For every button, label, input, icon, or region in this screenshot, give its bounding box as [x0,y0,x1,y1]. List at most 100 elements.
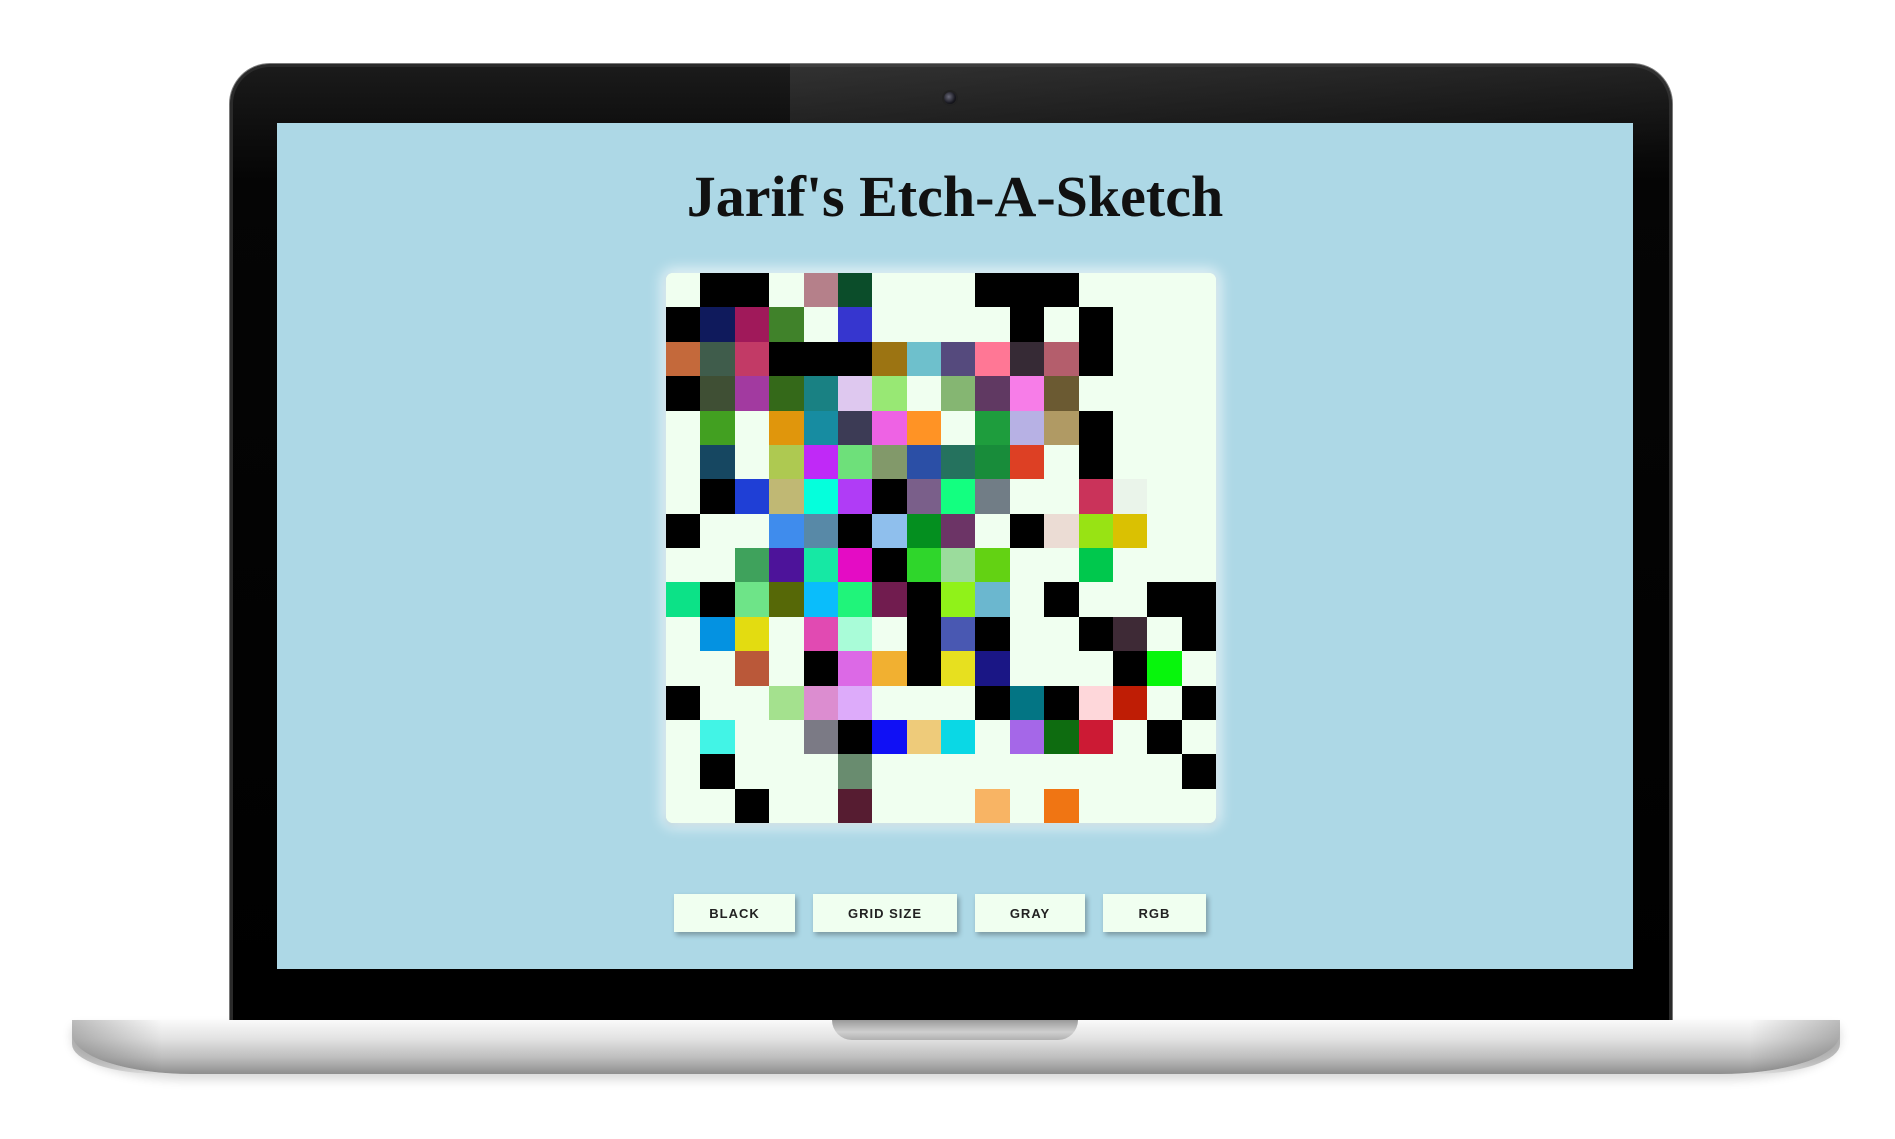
grid-cell[interactable] [803,582,838,617]
grid-cell[interactable] [1044,719,1079,755]
grid-cell[interactable] [700,513,735,548]
grid-cell[interactable] [1147,685,1182,720]
grid-cell[interactable] [1009,685,1045,720]
grid-cell[interactable] [769,341,804,377]
grid-cell[interactable] [734,788,770,823]
grid-cell[interactable] [803,719,838,755]
black-button[interactable]: BLACK [674,894,795,932]
grid-cell[interactable] [1078,651,1113,686]
gray-button[interactable]: GRAY [975,894,1085,932]
grid-cell[interactable] [1112,479,1148,514]
grid-cell[interactable] [1044,376,1079,411]
grid-cell[interactable] [769,788,804,823]
grid-cell[interactable] [700,376,735,411]
grid-cell[interactable] [734,719,770,755]
grid-cell[interactable] [975,754,1010,789]
grid-cell[interactable] [666,754,701,789]
grid-cell[interactable] [837,616,873,652]
grid-cell[interactable] [666,273,701,308]
grid-cell[interactable] [975,616,1010,652]
grid-cell[interactable] [906,754,941,789]
grid-cell[interactable] [1009,479,1045,514]
grid-cell[interactable] [769,719,804,755]
grid-cell[interactable] [837,479,873,514]
grid-cell[interactable] [1147,788,1182,823]
grid-cell[interactable] [666,582,701,617]
grid-cell[interactable] [1112,376,1148,411]
grid-cell[interactable] [1044,307,1079,342]
grid-cell[interactable] [803,479,838,514]
grid-cell[interactable] [666,376,701,411]
grid-cell[interactable] [1112,273,1148,308]
grid-cell[interactable] [769,273,804,308]
grid-cell[interactable] [906,444,941,480]
grid-cell[interactable] [666,479,701,514]
grid-cell[interactable] [1078,479,1113,514]
grid-cell[interactable] [837,754,873,789]
grid-cell[interactable] [1112,651,1148,686]
grid-cell[interactable] [975,273,1010,308]
grid-cell[interactable] [872,341,907,377]
grid-cell[interactable] [1044,582,1079,617]
grid-cell[interactable] [906,719,941,755]
grid-cell[interactable] [906,376,941,411]
grid-cell[interactable] [734,513,770,548]
grid-cell[interactable] [769,307,804,342]
grid-cell[interactable] [872,651,907,686]
grid-cell[interactable] [700,479,735,514]
grid-cell[interactable] [769,651,804,686]
grid-cell[interactable] [906,788,941,823]
grid-cell[interactable] [769,376,804,411]
grid-cell[interactable] [666,548,701,583]
grid-cell[interactable] [1078,754,1113,789]
grid-cell[interactable] [1078,341,1113,377]
grid-cell[interactable] [769,479,804,514]
grid-cell[interactable] [837,513,873,548]
grid-cell[interactable] [1181,685,1216,720]
grid-cell[interactable] [941,341,976,377]
grid-cell[interactable] [1147,651,1182,686]
grid-cell[interactable] [1009,616,1045,652]
grid-cell[interactable] [1009,788,1045,823]
grid-cell[interactable] [666,513,701,548]
rgb-button[interactable]: RGB [1103,894,1206,932]
grid-cell[interactable] [803,513,838,548]
grid-cell[interactable] [1112,582,1148,617]
grid-cell[interactable] [941,651,976,686]
grid-cell[interactable] [1112,410,1148,445]
grid-cell[interactable] [734,410,770,445]
grid-cell[interactable] [1181,376,1216,411]
grid-cell[interactable] [666,788,701,823]
grid-cell[interactable] [803,410,838,445]
grid-cell[interactable] [1181,479,1216,514]
grid-cell[interactable] [700,548,735,583]
grid-cell[interactable] [872,719,907,755]
grid-cell[interactable] [906,685,941,720]
grid-cell[interactable] [1112,307,1148,342]
grid-cell[interactable] [906,410,941,445]
grid-cell[interactable] [700,410,735,445]
grid-cell[interactable] [837,444,873,480]
grid-cell[interactable] [803,273,838,308]
grid-cell[interactable] [1147,307,1182,342]
grid-cell[interactable] [700,651,735,686]
grid-cell[interactable] [1147,444,1182,480]
grid-cell[interactable] [1078,410,1113,445]
grid-cell[interactable] [803,616,838,652]
grid-cell[interactable] [666,651,701,686]
grid-cell[interactable] [906,548,941,583]
grid-cell[interactable] [1181,548,1216,583]
grid-cell[interactable] [906,616,941,652]
grid-cell[interactable] [734,307,770,342]
grid-cell[interactable] [1078,788,1113,823]
grid-cell[interactable] [734,685,770,720]
grid-cell[interactable] [975,719,1010,755]
grid-cell[interactable] [803,651,838,686]
grid-cell[interactable] [1009,376,1045,411]
grid-cell[interactable] [734,651,770,686]
grid-cell[interactable] [1044,410,1079,445]
grid-cell[interactable] [1078,273,1113,308]
grid-cell[interactable] [1147,513,1182,548]
grid-cell[interactable] [1112,341,1148,377]
grid-cell[interactable] [1112,685,1148,720]
